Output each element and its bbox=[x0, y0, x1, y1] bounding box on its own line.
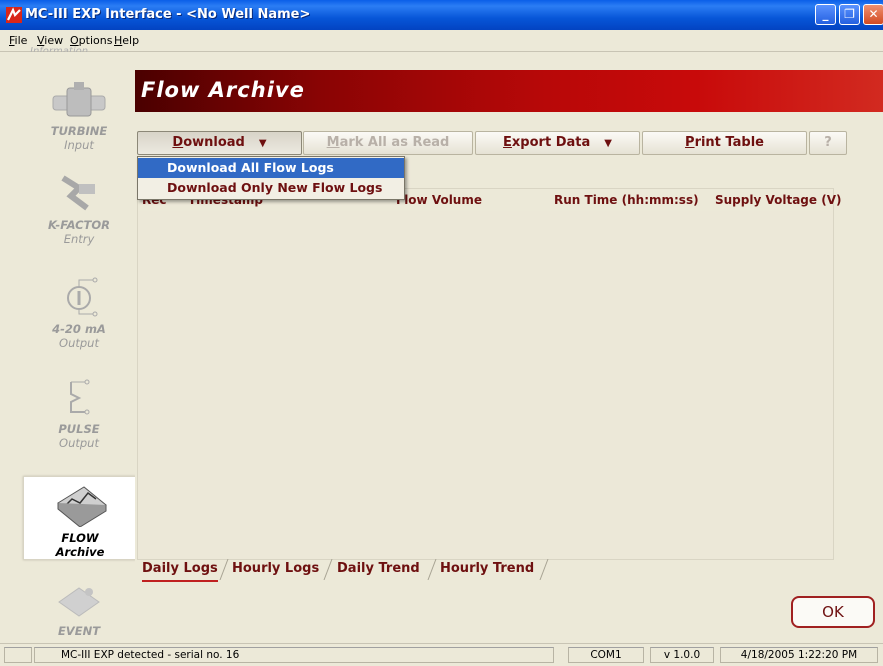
column-header-run-time[interactable]: Run Time (hh:mm:ss) bbox=[554, 193, 699, 207]
sidebar-item-label: PULSE bbox=[58, 422, 100, 436]
export-label: xport Data bbox=[511, 135, 591, 150]
download-button[interactable]: Download ▼ bbox=[137, 131, 302, 155]
close-icon[interactable]: ✕ bbox=[863, 4, 883, 25]
sidebar-item-pulse[interactable]: PULSE Output bbox=[23, 374, 135, 454]
app-logo-icon bbox=[6, 7, 22, 23]
download-mnemonic: D bbox=[172, 135, 184, 150]
column-header-supply-voltage[interactable]: Supply Voltage (V) bbox=[715, 193, 841, 207]
export-mnemonic: E bbox=[503, 135, 512, 150]
k-factor-icon bbox=[61, 175, 95, 211]
print-table-button[interactable]: Print Table bbox=[642, 131, 807, 155]
help-button[interactable]: ? bbox=[809, 131, 847, 155]
status-bar: MC-III EXP detected - serial no. 16 COM1… bbox=[0, 643, 883, 666]
menu-help[interactable]: Help bbox=[114, 34, 139, 47]
tab-divider bbox=[539, 559, 549, 580]
menu-help-label: elp bbox=[122, 34, 140, 47]
minimize-icon[interactable]: _ bbox=[815, 4, 836, 25]
mark-all-label: ark All as Read bbox=[339, 135, 450, 150]
sidebar-item-sublabel: Archive bbox=[55, 545, 105, 559]
sidebar: TURBINE Input K-FACTOR Entry 4-20 mA Out… bbox=[0, 52, 135, 640]
tab-daily-trend[interactable]: Daily Trend bbox=[337, 558, 420, 580]
flow-archive-icon bbox=[57, 486, 107, 527]
status-version: v 1.0.0 bbox=[650, 647, 714, 663]
tab-divider bbox=[323, 559, 333, 580]
pulse-output-icon bbox=[70, 379, 90, 415]
status-message: MC-III EXP detected - serial no. 16 bbox=[34, 647, 554, 663]
window-title: MC-III EXP Interface - <No Well Name> bbox=[25, 7, 311, 22]
sidebar-item-label: TURBINE bbox=[50, 124, 108, 138]
help-icon: ? bbox=[824, 135, 832, 150]
tab-hourly-trend[interactable]: Hourly Trend bbox=[440, 558, 534, 580]
tab-divider bbox=[427, 559, 437, 580]
sidebar-item-event[interactable]: EVENT bbox=[23, 580, 135, 640]
maximize-icon[interactable]: ❐ bbox=[839, 4, 860, 25]
sidebar-item-k-factor[interactable]: K-FACTOR Entry bbox=[23, 174, 135, 254]
page-header: Flow Archive bbox=[135, 70, 883, 112]
log-tabs: Daily Logs Hourly Logs Daily Trend Hourl… bbox=[137, 558, 557, 582]
chevron-down-icon: ▼ bbox=[258, 138, 267, 149]
tab-divider bbox=[219, 559, 229, 580]
tab-hourly-logs[interactable]: Hourly Logs bbox=[232, 558, 319, 580]
turbine-icon bbox=[52, 82, 106, 117]
menu-bar: File View Options Help bbox=[0, 30, 883, 52]
print-label: rint Table bbox=[694, 135, 764, 150]
page-title: Flow Archive bbox=[141, 78, 305, 102]
mark-all-mnemonic: M bbox=[326, 135, 340, 150]
export-data-button[interactable]: Export Data ▼ bbox=[475, 131, 640, 155]
status-datetime: 4/18/2005 1:22:20 PM bbox=[720, 647, 878, 663]
menu-file-label: ile bbox=[14, 34, 28, 47]
ok-button[interactable]: OK bbox=[791, 596, 875, 628]
sidebar-item-label: EVENT bbox=[57, 624, 101, 638]
status-port: COM1 bbox=[568, 647, 644, 663]
download-dropdown-menu: Download All Flow Logs Download Only New… bbox=[137, 156, 405, 200]
column-header-flow-volume[interactable]: Flow Volume bbox=[396, 193, 482, 207]
title-bar[interactable]: MC-III EXP Interface - <No Well Name> _ … bbox=[0, 0, 883, 30]
download-label: ownload bbox=[183, 135, 245, 150]
sidebar-item-turbine[interactable]: TURBINE Input bbox=[23, 80, 135, 160]
sidebar-item-label: 4-20 mA bbox=[52, 322, 106, 336]
tab-daily-logs[interactable]: Daily Logs bbox=[142, 558, 218, 582]
menu-file[interactable]: File bbox=[9, 34, 27, 47]
sidebar-item-sublabel: Entry bbox=[63, 232, 95, 246]
analog-output-icon bbox=[67, 277, 98, 317]
sidebar-item-label: FLOW bbox=[61, 531, 99, 545]
sidebar-item-label: K-FACTOR bbox=[47, 218, 111, 232]
menu-item-download-new[interactable]: Download Only New Flow Logs bbox=[138, 178, 404, 198]
sidebar-item-flow-archive[interactable]: FLOW Archive bbox=[23, 476, 135, 560]
menu-item-download-all[interactable]: Download All Flow Logs bbox=[138, 158, 404, 178]
mark-all-read-button[interactable]: Mark All as Read bbox=[303, 131, 473, 155]
flow-log-table[interactable]: Rec Timestamp Flow Volume Run Time (hh:m… bbox=[137, 188, 841, 560]
sidebar-item-4-20ma[interactable]: 4-20 mA Output bbox=[23, 274, 135, 354]
event-icon bbox=[58, 587, 100, 617]
print-mnemonic: P bbox=[685, 135, 695, 150]
sidebar-item-sublabel: Input bbox=[64, 138, 94, 152]
status-indicator bbox=[4, 647, 32, 663]
sidebar-item-sublabel: Output bbox=[59, 436, 99, 450]
table-body[interactable] bbox=[138, 211, 833, 559]
sidebar-item-sublabel: Output bbox=[59, 336, 99, 350]
chevron-down-icon: ▼ bbox=[604, 138, 612, 149]
